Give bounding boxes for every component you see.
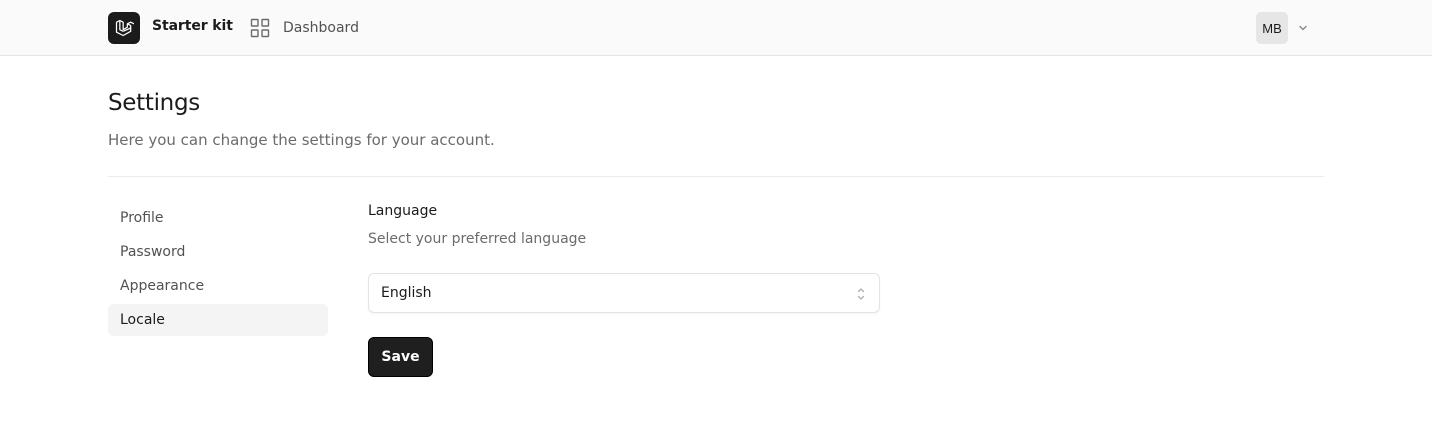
language-select[interactable]: English — [368, 273, 880, 313]
sidebar-item-password[interactable]: Password — [108, 236, 328, 268]
nav-item-dashboard[interactable]: Dashboard — [250, 17, 359, 39]
app-name[interactable]: Starter kit — [152, 18, 233, 34]
sidebar-item-locale[interactable]: Locale — [108, 304, 328, 336]
page-title: Settings — [108, 90, 200, 116]
nav-item-label: Dashboard — [283, 20, 359, 36]
top-header: Starter kit Dashboard MB — [0, 0, 1432, 56]
settings-sidebar: Profile Password Appearance Locale — [108, 202, 328, 338]
sidebar-item-profile[interactable]: Profile — [108, 202, 328, 234]
section-description: Select your preferred language — [368, 231, 587, 247]
chevron-up-down-icon — [855, 285, 867, 303]
language-select-value: English — [381, 285, 432, 301]
laravel-logo-icon — [115, 19, 134, 37]
page-subtitle: Here you can change the settings for you… — [108, 131, 495, 149]
save-button[interactable]: Save — [368, 337, 433, 377]
user-avatar[interactable]: MB — [1256, 12, 1288, 44]
divider — [108, 176, 1324, 177]
grid-icon — [250, 18, 270, 38]
section-title: Language — [368, 203, 438, 219]
app-logo[interactable] — [108, 12, 140, 44]
sidebar-item-appearance[interactable]: Appearance — [108, 270, 328, 302]
chevron-down-icon[interactable] — [1297, 22, 1309, 34]
